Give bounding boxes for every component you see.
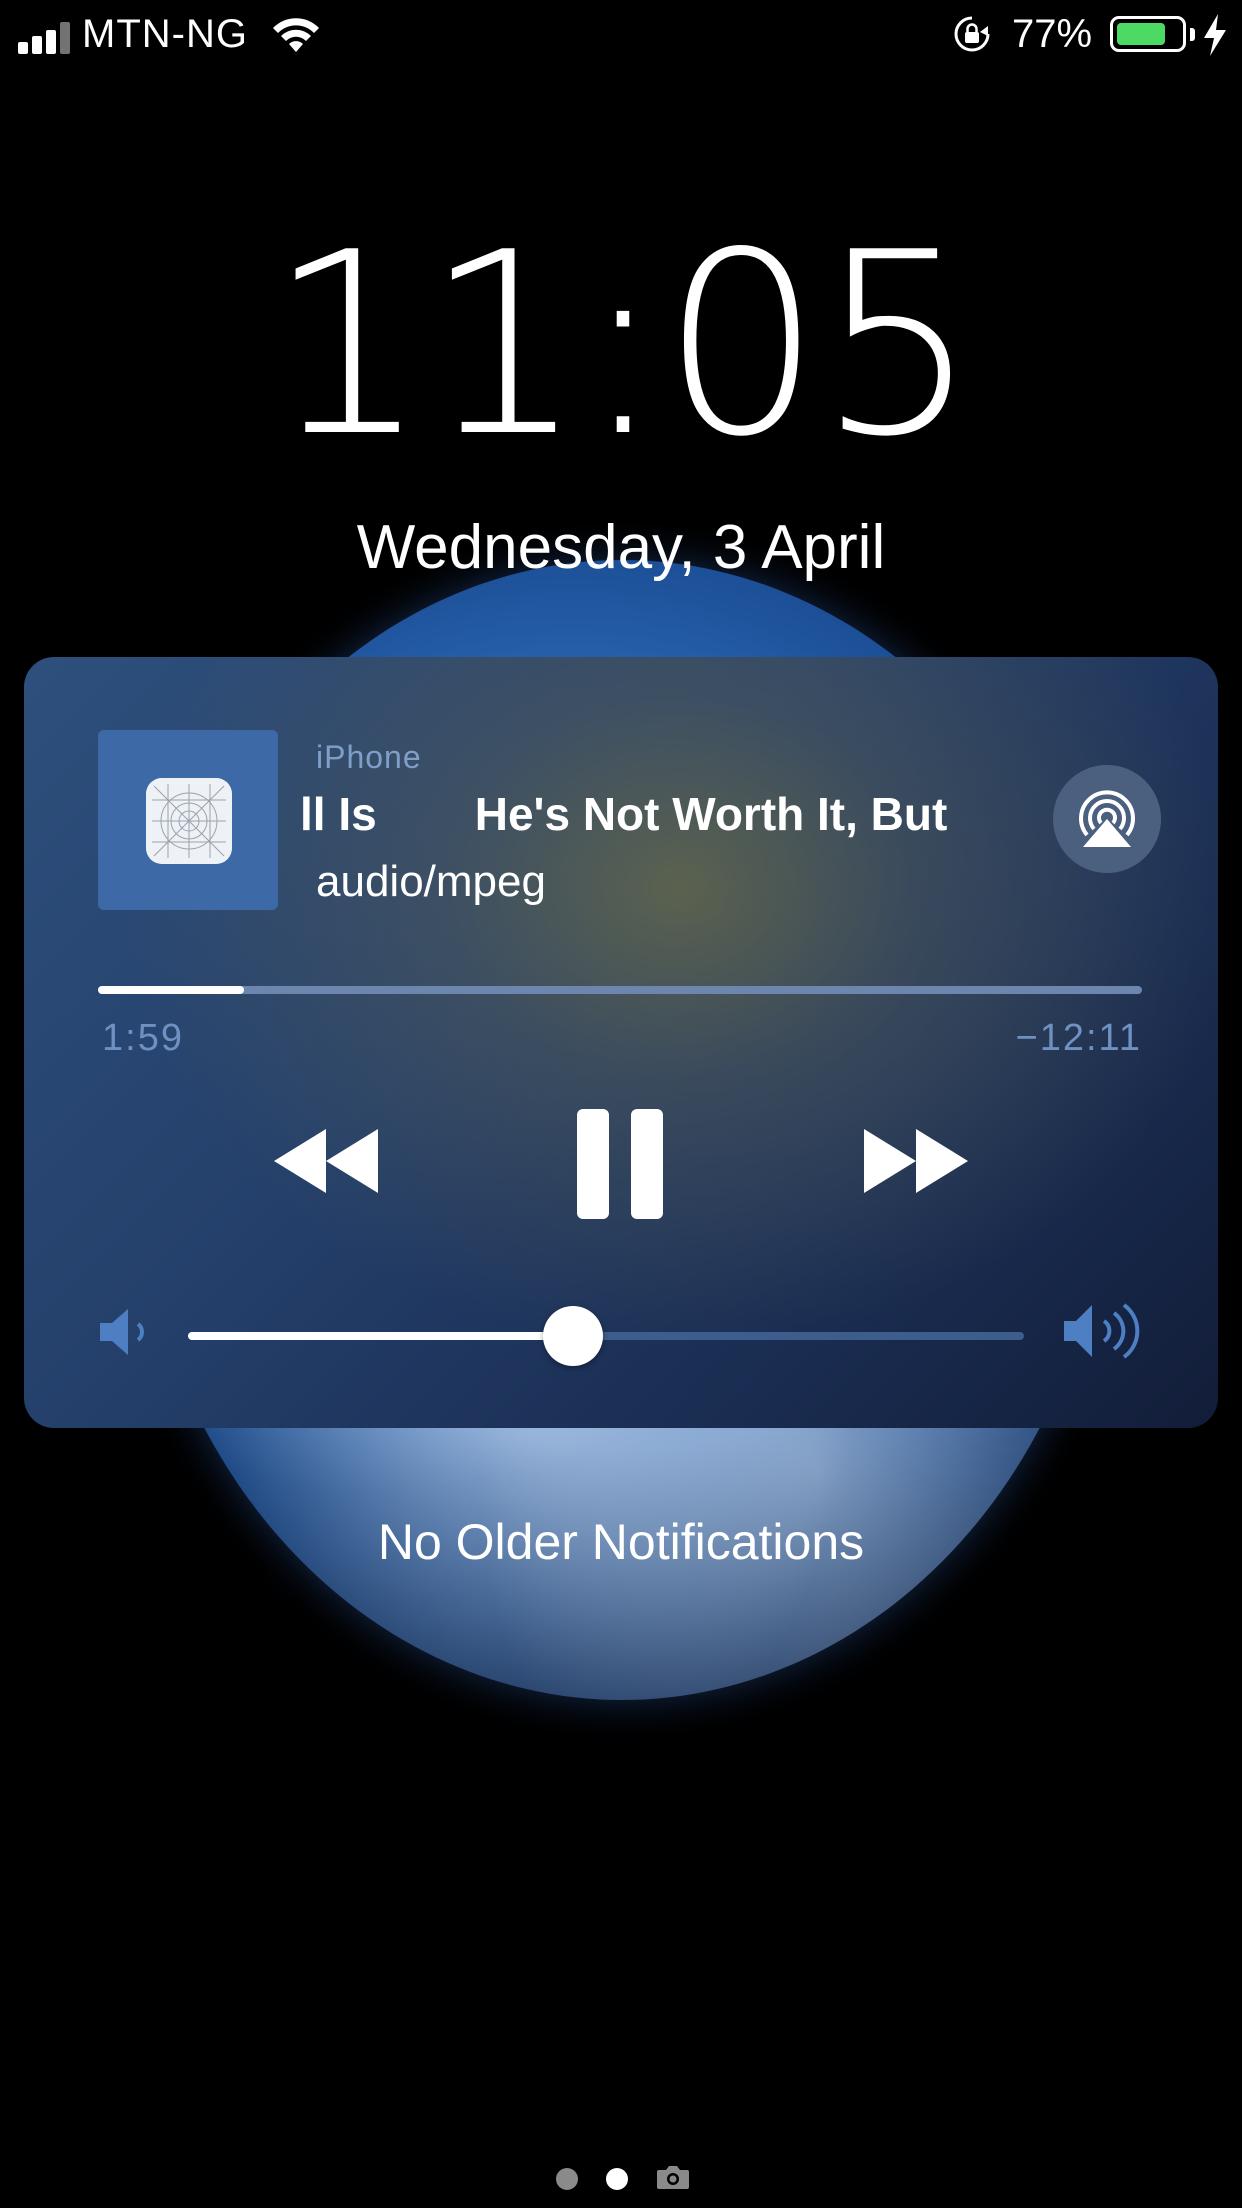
camera-icon[interactable] (656, 2164, 690, 2190)
battery-icon (1110, 16, 1186, 52)
battery-nub (1190, 28, 1195, 41)
pause-icon-bar-right (631, 1109, 663, 1219)
volume-level (188, 1332, 573, 1340)
volume-slider[interactable] (188, 1306, 1024, 1366)
status-bar: MTN-NG 77% (0, 0, 1242, 72)
playback-progress (98, 986, 245, 994)
playback-scrubber[interactable] (98, 986, 1142, 994)
track-subtitle: audio/mpeg (316, 857, 546, 906)
track-title[interactable]: ll Is He's Not Worth It, But (300, 787, 1040, 847)
lock-clock: 11:05 (267, 199, 978, 492)
elapsed-time: 1:59 (102, 1017, 184, 1059)
airplay-icon[interactable] (1053, 765, 1161, 873)
album-artwork[interactable] (98, 730, 278, 910)
app-placeholder-icon (146, 778, 232, 864)
no-older-notifications: No Older Notifications (377, 1514, 865, 1570)
signal-icon (18, 20, 74, 54)
fast-forward-icon[interactable] (864, 1129, 968, 1193)
rotation-lock-icon (954, 16, 990, 52)
charging-icon (1204, 14, 1226, 56)
remaining-time: −12:11 (1015, 1017, 1142, 1059)
volume-high-icon (1064, 1303, 1140, 1359)
rewind-icon[interactable] (274, 1129, 378, 1193)
page-dot-widgets[interactable] (556, 2168, 578, 2190)
carrier-name: MTN-NG (82, 12, 248, 56)
now-playing-widget: iPhone ll Is He's Not Worth It, But audio… (24, 657, 1218, 1428)
page-dot-lock[interactable] (606, 2168, 628, 2190)
pause-icon-bar-left (577, 1109, 609, 1219)
lock-screen: MTN-NG 77% 11:05 Wednesday, 3 April iPho… (0, 0, 1242, 2208)
battery-percent: 77% (1012, 12, 1093, 56)
volume-low-icon (100, 1309, 144, 1355)
track-title-head: He's Not Worth It, But (474, 788, 948, 840)
battery-level (1117, 23, 1165, 45)
page-indicator[interactable] (556, 2164, 696, 2194)
pause-button[interactable] (577, 1109, 663, 1219)
playback-source: iPhone (316, 739, 422, 775)
track-title-tail: ll Is (300, 788, 377, 840)
volume-knob[interactable] (542, 1306, 603, 1366)
lock-date: Wednesday, 3 April (356, 513, 886, 582)
wifi-icon (273, 18, 319, 52)
